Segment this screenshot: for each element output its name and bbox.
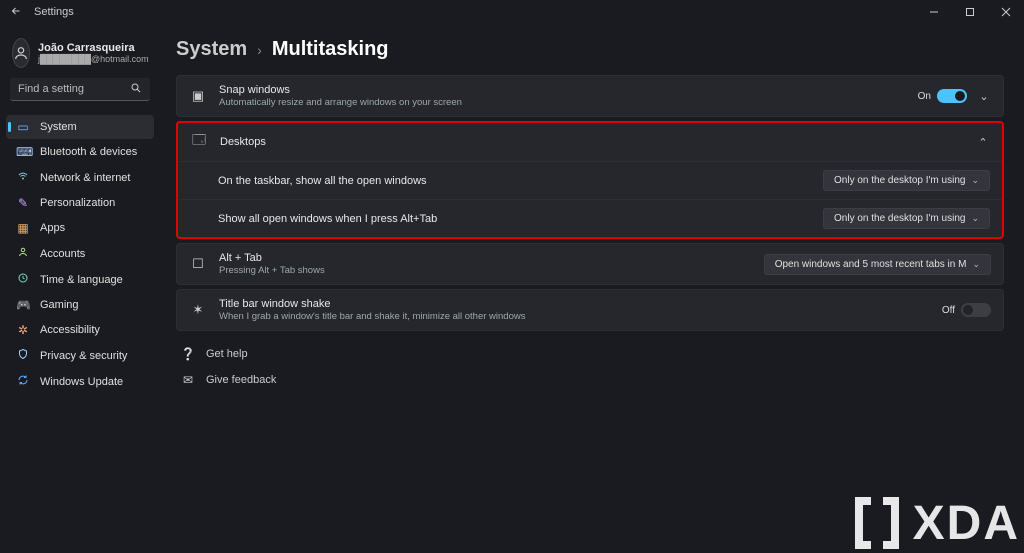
nav-label: System: [40, 121, 77, 133]
feedback-icon: ✉: [180, 373, 196, 387]
row-title: Title bar window shake: [219, 298, 930, 310]
close-button[interactable]: [988, 0, 1024, 24]
breadcrumb: System › Multitasking: [176, 32, 1004, 75]
snap-toggle[interactable]: [937, 89, 967, 103]
search-input[interactable]: [10, 78, 150, 101]
main-layout: João Carrasqueira j████████@hotmail.com …: [0, 24, 1024, 551]
nav-label: Windows Update: [40, 376, 123, 388]
link-label: Give feedback: [206, 374, 276, 386]
user-block[interactable]: João Carrasqueira j████████@hotmail.com: [6, 34, 154, 78]
user-name: João Carrasqueira: [38, 42, 149, 54]
desktops-taskbar-dropdown[interactable]: Only on the desktop I'm using ⌄: [823, 170, 990, 191]
nav: ▭ System ⌨ Bluetooth & devices Network &…: [6, 115, 154, 394]
row-desc: When I grab a window's title bar and sha…: [219, 311, 930, 322]
shake-icon: ✶: [189, 302, 207, 318]
sidebar-item-personalization[interactable]: ✎ Personalization: [6, 191, 154, 215]
dropdown-value: Only on the desktop I'm using: [834, 213, 965, 224]
maximize-button[interactable]: [952, 0, 988, 24]
snap-icon: ▣: [189, 88, 207, 104]
row-title: On the taskbar, show all the open window…: [218, 175, 811, 187]
nav-label: Personalization: [40, 197, 115, 209]
user-text: João Carrasqueira j████████@hotmail.com: [38, 42, 149, 64]
chevron-down-icon: ⌄: [971, 213, 979, 224]
sidebar-item-update[interactable]: Windows Update: [6, 369, 154, 394]
sidebar-item-network[interactable]: Network & internet: [6, 165, 154, 190]
nav-label: Network & internet: [40, 172, 130, 184]
help-icon: ❔: [180, 347, 196, 361]
alttab-icon: ☐: [189, 256, 207, 272]
bluetooth-icon: ⌨: [16, 145, 30, 159]
row-title: Alt + Tab: [219, 252, 752, 264]
desktops-alttab-row: Show all open windows when I press Alt+T…: [178, 200, 1002, 237]
row-desc: Automatically resize and arrange windows…: [219, 97, 906, 108]
sidebar-item-accounts[interactable]: Accounts: [6, 241, 154, 266]
shield-icon: [16, 348, 30, 363]
chevron-down-icon[interactable]: ⌄: [977, 90, 991, 103]
alttab-dropdown[interactable]: Open windows and 5 most recent tabs in M…: [764, 254, 991, 275]
app-title: Settings: [34, 6, 74, 18]
content: System › Multitasking ▣ Snap windows Aut…: [160, 24, 1024, 551]
nav-label: Accounts: [40, 248, 85, 260]
panel-window-shake[interactable]: ✶ Title bar window shake When I grab a w…: [176, 289, 1004, 331]
titlebar: Settings: [0, 0, 1024, 24]
status-label: On: [918, 91, 931, 102]
nav-label: Gaming: [40, 299, 79, 311]
user-email: j████████@hotmail.com: [38, 54, 149, 64]
nav-label: Accessibility: [40, 324, 100, 336]
row-title: Desktops: [220, 136, 960, 148]
panel-alttab: ☐ Alt + Tab Pressing Alt + Tab shows Ope…: [176, 243, 1004, 285]
link-label: Get help: [206, 348, 248, 360]
nav-label: Apps: [40, 222, 65, 234]
xda-watermark: XDA: [849, 493, 1020, 553]
xda-logo-icon: [849, 493, 905, 553]
sidebar-item-system[interactable]: ▭ System: [6, 115, 154, 139]
watermark-text: XDA: [913, 496, 1020, 551]
row-title: Snap windows: [219, 84, 906, 96]
sidebar-item-bluetooth[interactable]: ⌨ Bluetooth & devices: [6, 140, 154, 164]
search-wrap: [6, 78, 154, 111]
gamepad-icon: 🎮: [16, 298, 30, 312]
sidebar-item-privacy[interactable]: Privacy & security: [6, 343, 154, 368]
status-label: Off: [942, 305, 955, 316]
apps-icon: ▦: [16, 221, 30, 235]
page-title: Multitasking: [272, 38, 389, 61]
sidebar-item-gaming[interactable]: 🎮 Gaming: [6, 293, 154, 317]
nav-label: Time & language: [40, 274, 123, 286]
chevron-right-icon: ›: [257, 42, 262, 58]
dropdown-value: Only on the desktop I'm using: [834, 175, 965, 186]
panel-snap-windows[interactable]: ▣ Snap windows Automatically resize and …: [176, 75, 1004, 117]
dropdown-value: Open windows and 5 most recent tabs in M: [775, 259, 967, 270]
back-button[interactable]: [8, 5, 24, 20]
desktops-taskbar-row: On the taskbar, show all the open window…: [178, 162, 1002, 200]
sidebar: João Carrasqueira j████████@hotmail.com …: [0, 24, 160, 551]
clock-icon: [16, 272, 30, 287]
accessibility-icon: ✲: [16, 323, 30, 337]
breadcrumb-parent[interactable]: System: [176, 38, 247, 61]
person-icon: [16, 246, 30, 261]
get-help-link[interactable]: ❔ Get help: [176, 341, 1004, 367]
chevron-down-icon: ⌄: [972, 259, 980, 270]
update-icon: [16, 374, 30, 389]
brush-icon: ✎: [16, 196, 30, 210]
desktops-alttab-dropdown[interactable]: Only on the desktop I'm using ⌄: [823, 208, 990, 229]
minimize-button[interactable]: [916, 0, 952, 24]
row-desc: Pressing Alt + Tab shows: [219, 265, 752, 276]
nav-label: Bluetooth & devices: [40, 146, 137, 158]
chevron-down-icon: ⌄: [971, 175, 979, 186]
desktops-header-row[interactable]: 🗔 Desktops ⌃: [178, 123, 1002, 162]
wifi-icon: [16, 170, 30, 185]
sidebar-item-accessibility[interactable]: ✲ Accessibility: [6, 318, 154, 342]
nav-label: Privacy & security: [40, 350, 127, 362]
sidebar-item-apps[interactable]: ▦ Apps: [6, 216, 154, 240]
shake-toggle[interactable]: [961, 303, 991, 317]
panel-desktops: 🗔 Desktops ⌃ On the taskbar, show all th…: [176, 121, 1004, 239]
desktops-icon: 🗔: [190, 131, 208, 153]
avatar: [12, 38, 30, 68]
row-title: Show all open windows when I press Alt+T…: [218, 213, 811, 225]
search-icon: [130, 82, 142, 97]
give-feedback-link[interactable]: ✉ Give feedback: [176, 367, 1004, 393]
sidebar-item-time[interactable]: Time & language: [6, 267, 154, 292]
chevron-up-icon[interactable]: ⌃: [976, 136, 990, 149]
system-icon: ▭: [16, 120, 30, 134]
